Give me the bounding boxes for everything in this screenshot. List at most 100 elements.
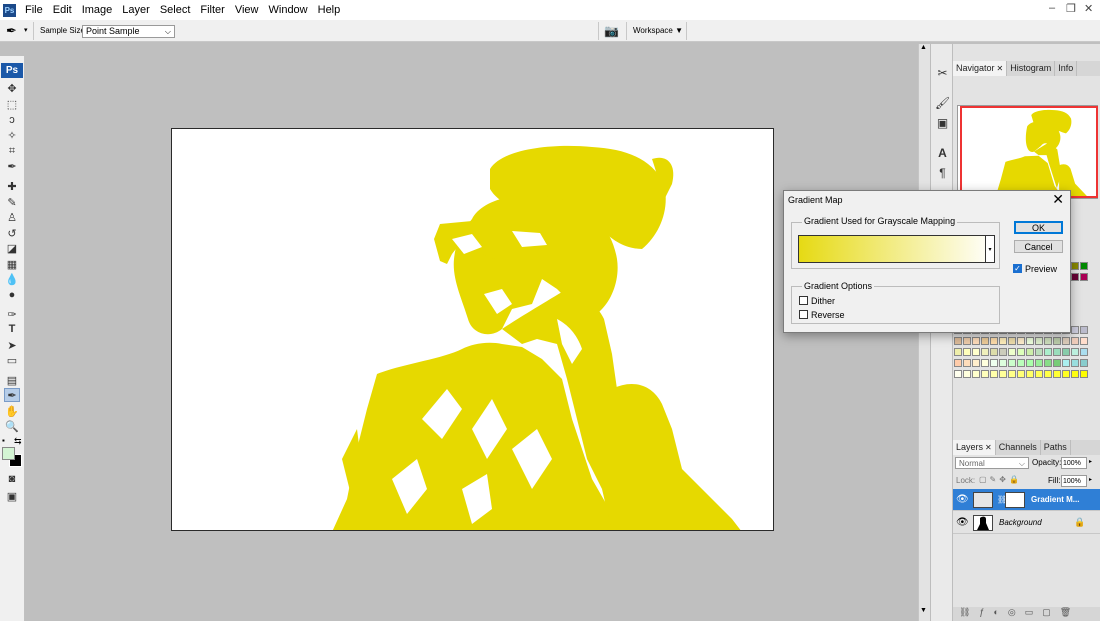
visibility-eye-icon[interactable]: 👁 bbox=[956, 517, 969, 528]
dodge-tool-icon[interactable]: ● bbox=[4, 288, 20, 302]
tab-info[interactable]: Info bbox=[1055, 61, 1078, 76]
color-swatch[interactable] bbox=[1035, 359, 1043, 367]
color-swatch[interactable] bbox=[972, 370, 980, 378]
tab-histogram[interactable]: Histogram bbox=[1007, 61, 1056, 76]
tab-navigator[interactable]: Navigator ✕ bbox=[953, 61, 1008, 76]
workspace-menu[interactable]: Workspace ▼ bbox=[633, 26, 683, 35]
tab-layers[interactable]: Layers ✕ bbox=[953, 440, 996, 455]
navigator-thumbnail[interactable] bbox=[957, 105, 1098, 199]
brush-presets-icon[interactable]: 🖌 bbox=[934, 94, 951, 111]
clone-stamp-tool-icon[interactable]: ♙ bbox=[4, 210, 20, 224]
menu-view[interactable]: View bbox=[230, 4, 264, 16]
color-swatch[interactable] bbox=[1071, 262, 1079, 270]
color-swatch[interactable] bbox=[990, 370, 998, 378]
gradient-picker[interactable] bbox=[798, 235, 995, 263]
blend-mode-select[interactable]: Normal ⌵ bbox=[955, 457, 1029, 469]
clone-source-icon[interactable]: ▣ bbox=[934, 114, 951, 131]
hand-tool-icon[interactable]: ✋ bbox=[4, 404, 20, 418]
color-swatch[interactable] bbox=[1062, 337, 1070, 345]
color-swatch[interactable] bbox=[1008, 370, 1016, 378]
color-swatch[interactable] bbox=[1008, 359, 1016, 367]
character-panel-icon[interactable]: A bbox=[934, 144, 951, 161]
close-window-icon[interactable]: ✕ bbox=[1084, 2, 1093, 15]
color-swatch[interactable] bbox=[972, 337, 980, 345]
color-swatch[interactable] bbox=[990, 359, 998, 367]
fill-input[interactable]: 100% bbox=[1061, 475, 1087, 487]
opacity-chevron-icon[interactable]: ▸ bbox=[1089, 458, 1092, 465]
dither-checkbox[interactable] bbox=[799, 296, 808, 305]
color-swatch[interactable] bbox=[1035, 348, 1043, 356]
reverse-checkbox[interactable] bbox=[799, 310, 808, 319]
menu-layer[interactable]: Layer bbox=[117, 4, 155, 16]
color-swatch[interactable] bbox=[1026, 337, 1034, 345]
color-swatch[interactable] bbox=[1071, 337, 1079, 345]
menu-filter[interactable]: Filter bbox=[195, 4, 229, 16]
cancel-button[interactable]: Cancel bbox=[1014, 240, 1063, 253]
color-swatch[interactable] bbox=[1044, 348, 1052, 356]
layers-footer-icons[interactable]: ⛓ƒ◐◎▭▢🗑 bbox=[953, 607, 1100, 621]
history-brush-tool-icon[interactable]: ↺ bbox=[4, 226, 20, 240]
foreground-color-swatch[interactable] bbox=[2, 447, 15, 460]
default-colors-icon[interactable]: ▪ bbox=[2, 436, 5, 445]
color-swatch[interactable] bbox=[981, 337, 989, 345]
paragraph-panel-icon[interactable]: ¶ bbox=[934, 164, 951, 181]
color-swatch[interactable] bbox=[1080, 348, 1088, 356]
color-swatch[interactable] bbox=[999, 337, 1007, 345]
color-swatch[interactable] bbox=[1017, 370, 1025, 378]
color-swatch[interactable] bbox=[1008, 337, 1016, 345]
lock-icons[interactable]: ▢✎✥🔒 bbox=[979, 475, 1022, 484]
close-tab-icon[interactable]: ✕ bbox=[985, 443, 992, 452]
color-swatch[interactable] bbox=[999, 370, 1007, 378]
color-swatch[interactable] bbox=[1044, 337, 1052, 345]
color-swatch[interactable] bbox=[1035, 370, 1043, 378]
minimize-icon[interactable]: – bbox=[1049, 2, 1055, 14]
color-swatch[interactable] bbox=[972, 348, 980, 356]
color-swatch[interactable] bbox=[1080, 370, 1088, 378]
color-swatch[interactable] bbox=[1017, 359, 1025, 367]
color-swatch[interactable] bbox=[1053, 370, 1061, 378]
close-icon[interactable]: ✕ bbox=[1052, 191, 1064, 208]
restore-icon[interactable]: ❐ bbox=[1066, 2, 1076, 15]
magic-wand-tool-icon[interactable]: ✧ bbox=[4, 128, 20, 142]
color-swatch[interactable] bbox=[1080, 337, 1088, 345]
shape-tool-icon[interactable]: ▭ bbox=[4, 353, 20, 367]
mini-bridge-icon[interactable]: 📷 bbox=[604, 24, 619, 38]
layer-mask-thumbnail[interactable] bbox=[1005, 492, 1025, 508]
color-swatch[interactable] bbox=[963, 370, 971, 378]
quick-mask-icon[interactable]: ◙ bbox=[4, 472, 20, 486]
screen-mode-icon[interactable]: ▣ bbox=[4, 489, 20, 503]
color-swatch[interactable] bbox=[1017, 348, 1025, 356]
zoom-tool-icon[interactable]: 🔍 bbox=[4, 419, 20, 433]
brush-tool-icon[interactable]: ✎ bbox=[4, 195, 20, 209]
color-swatch[interactable] bbox=[954, 348, 962, 356]
tab-paths[interactable]: Paths bbox=[1041, 440, 1071, 455]
color-swatch[interactable] bbox=[954, 337, 962, 345]
color-swatch[interactable] bbox=[963, 348, 971, 356]
color-swatch[interactable] bbox=[963, 337, 971, 345]
color-swatch[interactable] bbox=[1071, 348, 1079, 356]
color-swatch[interactable] bbox=[1080, 262, 1088, 270]
lasso-tool-icon[interactable]: ↄ bbox=[4, 113, 20, 127]
color-swatch[interactable] bbox=[1044, 359, 1052, 367]
eraser-tool-icon[interactable]: ◪ bbox=[4, 241, 20, 255]
color-swatch[interactable] bbox=[1071, 359, 1079, 367]
eyedropper-tool-active-icon[interactable]: ✒ bbox=[4, 388, 20, 402]
gradient-tool-icon[interactable]: ▦ bbox=[4, 257, 20, 271]
eyedropper-icon[interactable]: ✒ bbox=[4, 159, 20, 173]
color-swatch[interactable] bbox=[1062, 348, 1070, 356]
fill-chevron-icon[interactable]: ▸ bbox=[1089, 476, 1092, 483]
color-swatch[interactable] bbox=[999, 359, 1007, 367]
document-canvas[interactable] bbox=[171, 128, 774, 531]
scroll-up-icon[interactable]: ▲ bbox=[920, 44, 927, 51]
color-swatch[interactable] bbox=[1071, 370, 1079, 378]
color-swatch[interactable] bbox=[990, 348, 998, 356]
layer-row-background[interactable]: 👁 Background 🔒 bbox=[953, 512, 1100, 534]
color-swatch[interactable] bbox=[1071, 273, 1079, 281]
color-swatch[interactable] bbox=[999, 348, 1007, 356]
layer-name[interactable]: Background bbox=[999, 518, 1042, 527]
blur-tool-icon[interactable]: 💧 bbox=[4, 272, 20, 286]
color-swatch[interactable] bbox=[1035, 337, 1043, 345]
layer-row-gradient-map[interactable]: 👁 ⛓ Gradient M... bbox=[953, 489, 1100, 511]
color-swatch[interactable] bbox=[954, 370, 962, 378]
menu-edit[interactable]: Edit bbox=[48, 4, 77, 16]
